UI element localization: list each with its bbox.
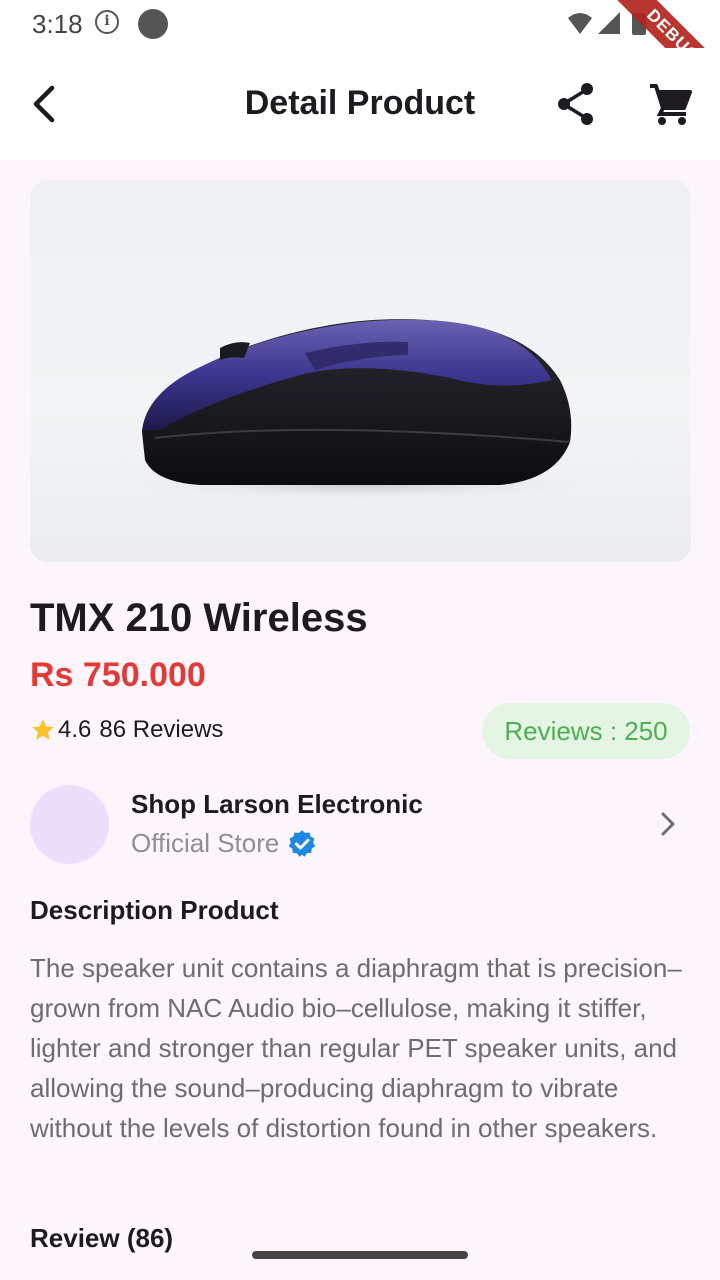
info-icon: i (95, 10, 119, 34)
notification-dot-icon (138, 9, 168, 39)
cart-button[interactable] (646, 80, 694, 128)
mouse-illustration (110, 319, 610, 501)
shopping-cart-icon (650, 84, 692, 125)
share-button[interactable] (552, 80, 600, 128)
page-title: Detail Product (244, 84, 476, 122)
shop-chevron-right-icon[interactable] (652, 808, 684, 840)
signal-icon (598, 12, 620, 34)
rating-value: 4.6 (58, 716, 92, 743)
share-icon (558, 83, 593, 125)
description-text: The speaker unit contains a diaphragm th… (30, 953, 682, 1143)
product-image (30, 180, 691, 562)
shop-type: Official Store (131, 828, 317, 859)
reviews-count: 86 Reviews (99, 716, 224, 743)
product-name: TMX 210 Wireless (30, 596, 368, 640)
home-indicator[interactable] (252, 1251, 468, 1259)
product-price: Rs 750.000 (30, 656, 206, 694)
app-bar: Detail Product (0, 48, 720, 160)
verified-badge-icon (289, 829, 316, 857)
star-icon (32, 719, 54, 740)
rating-row: 4.6 86 Reviews (30, 716, 223, 744)
description-heading: Description Product (30, 895, 279, 925)
wifi-icon (568, 13, 592, 34)
shop-avatar[interactable] (30, 785, 109, 864)
review-heading: Review (86) (30, 1223, 174, 1253)
shop-name[interactable]: Shop Larson Electronic (131, 789, 423, 820)
status-bar: 3:18 i (0, 0, 720, 48)
reviews-badge[interactable]: Reviews : 250 (482, 703, 690, 759)
status-time: 3:18 (32, 9, 83, 39)
shop-type-label: Official Store (131, 828, 280, 858)
